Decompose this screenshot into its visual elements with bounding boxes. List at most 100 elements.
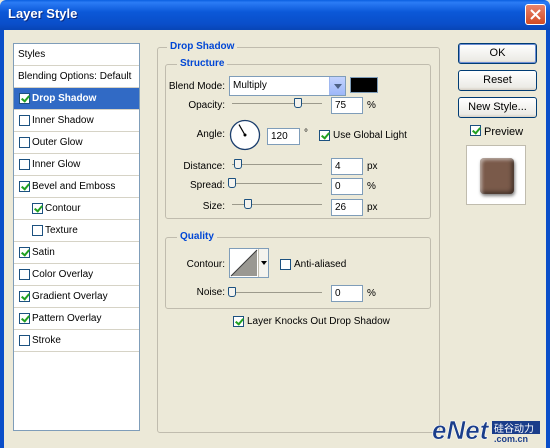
svg-text:.com.cn: .com.cn xyxy=(494,434,528,443)
opacity-unit: % xyxy=(367,100,376,111)
distance-slider[interactable] xyxy=(232,158,322,172)
style-item-gradient-overlay[interactable]: Gradient Overlay xyxy=(14,286,139,308)
spread-label: Spread: xyxy=(189,180,225,191)
opacity-input[interactable]: 75 xyxy=(331,97,363,114)
close-button[interactable] xyxy=(525,4,546,25)
style-item-label: Outer Glow xyxy=(32,137,83,148)
style-item-drop-shadow[interactable]: Drop Shadow xyxy=(14,88,139,110)
reset-button[interactable]: Reset xyxy=(458,70,537,91)
style-item-label: Color Overlay xyxy=(32,269,94,280)
opacity-slider[interactable] xyxy=(232,97,322,111)
contour-picker[interactable] xyxy=(229,248,269,278)
distance-unit: px xyxy=(367,161,378,172)
style-checkbox[interactable] xyxy=(32,225,43,236)
style-item-color-overlay[interactable]: Color Overlay xyxy=(14,264,139,286)
style-item-label: Drop Shadow xyxy=(32,93,97,104)
preview-checkbox[interactable] xyxy=(470,125,481,136)
style-checkbox[interactable] xyxy=(32,203,43,214)
spread-slider-knob[interactable] xyxy=(228,178,236,188)
enet-logo-image: eNet 硅谷动力 .com.cn xyxy=(432,415,540,445)
size-slider-knob[interactable] xyxy=(244,199,252,209)
style-item-stroke[interactable]: Stroke xyxy=(14,330,139,352)
noise-label: Noise: xyxy=(196,287,225,298)
opacity-label: Opacity: xyxy=(188,100,225,111)
layer-knocks-out-label: Layer Knocks Out Drop Shadow xyxy=(247,316,390,327)
ok-button[interactable]: OK xyxy=(458,43,537,64)
new-style-button[interactable]: New Style... xyxy=(458,97,537,118)
style-checkbox[interactable] xyxy=(19,159,30,170)
style-checkbox[interactable] xyxy=(19,269,30,280)
angle-dial[interactable] xyxy=(229,119,261,151)
style-item-inner-glow[interactable]: Inner Glow xyxy=(14,154,139,176)
shadow-color-swatch[interactable] xyxy=(350,77,378,93)
blending-options-item[interactable]: Blending Options: Default xyxy=(14,66,139,88)
layer-knocks-out-checkbox[interactable] xyxy=(233,316,244,327)
style-checkbox[interactable] xyxy=(19,335,30,346)
window-frame-right xyxy=(546,30,550,448)
contour-curve-icon xyxy=(230,249,258,277)
style-item-label: Pattern Overlay xyxy=(32,313,102,324)
style-item-label: Satin xyxy=(32,247,55,258)
chevron-down-icon xyxy=(261,261,267,265)
preview-label: Preview xyxy=(484,126,524,138)
style-checkbox[interactable] xyxy=(19,181,30,192)
styles-list: Styles Blending Options: Default Drop Sh… xyxy=(13,43,140,431)
title-bar: Layer Style xyxy=(0,0,550,30)
style-item-label: Stroke xyxy=(32,335,61,346)
style-item-label: Bevel and Emboss xyxy=(32,181,116,192)
noise-slider-knob[interactable] xyxy=(228,287,236,297)
window-frame-left xyxy=(0,30,4,448)
contour-label: Contour: xyxy=(186,259,225,270)
blend-mode-select[interactable]: Multiply xyxy=(229,76,346,96)
anti-aliased-label: Anti-aliased xyxy=(294,259,347,270)
noise-input[interactable]: 0 xyxy=(331,285,363,302)
preview-box xyxy=(466,145,526,205)
style-item-outer-glow[interactable]: Outer Glow xyxy=(14,132,139,154)
angle-label: Angle: xyxy=(196,129,225,140)
style-item-label: Gradient Overlay xyxy=(32,291,108,302)
opacity-slider-knob[interactable] xyxy=(294,98,302,108)
style-item-pattern-overlay[interactable]: Pattern Overlay xyxy=(14,308,139,330)
style-item-label: Inner Glow xyxy=(32,159,81,170)
use-global-light-checkbox[interactable] xyxy=(319,130,330,141)
spread-slider[interactable] xyxy=(228,177,322,191)
style-checkbox[interactable] xyxy=(19,93,30,104)
size-slider[interactable] xyxy=(232,198,322,212)
style-checkbox[interactable] xyxy=(19,313,30,324)
structure-title: Structure xyxy=(177,58,228,70)
chevron-down-icon xyxy=(329,77,345,95)
size-label: Size: xyxy=(202,201,225,212)
style-item-contour[interactable]: Contour xyxy=(14,198,139,220)
window-title: Layer Style xyxy=(8,6,78,21)
style-item-label: Contour xyxy=(45,203,81,214)
style-item-satin[interactable]: Satin xyxy=(14,242,139,264)
blend-mode-label: Blend Mode: xyxy=(168,81,225,92)
angle-input[interactable]: 120 xyxy=(267,128,300,145)
style-checkbox[interactable] xyxy=(19,247,30,258)
style-item-inner-shadow[interactable]: Inner Shadow xyxy=(14,110,139,132)
style-checkbox[interactable] xyxy=(19,115,30,126)
angle-dial-icon xyxy=(229,119,261,151)
distance-input[interactable]: 4 xyxy=(331,158,363,175)
distance-slider-knob[interactable] xyxy=(234,159,242,169)
enet-watermark-logo: eNet 硅谷动力 .com.cn xyxy=(432,415,542,445)
use-global-light-label: Use Global Light xyxy=(333,130,407,141)
style-item-texture[interactable]: Texture xyxy=(14,220,139,242)
styles-header[interactable]: Styles xyxy=(14,44,139,66)
size-input[interactable]: 26 xyxy=(331,199,363,216)
anti-aliased-checkbox[interactable] xyxy=(280,259,291,270)
style-item-label: Texture xyxy=(45,225,78,236)
style-item-bevel-and-emboss[interactable]: Bevel and Emboss xyxy=(14,176,139,198)
preview-swatch xyxy=(480,158,514,194)
noise-slider[interactable] xyxy=(228,286,322,300)
svg-text:eNet: eNet xyxy=(432,415,490,443)
style-checkbox[interactable] xyxy=(19,137,30,148)
angle-unit: ° xyxy=(304,128,308,139)
spread-input[interactable]: 0 xyxy=(331,178,363,195)
style-item-label: Inner Shadow xyxy=(32,115,94,126)
contour-dropdown-arrow[interactable] xyxy=(258,249,268,277)
close-icon xyxy=(530,9,541,20)
style-checkbox[interactable] xyxy=(19,291,30,302)
size-unit: px xyxy=(367,202,378,213)
blend-mode-value: Multiply xyxy=(233,80,267,91)
